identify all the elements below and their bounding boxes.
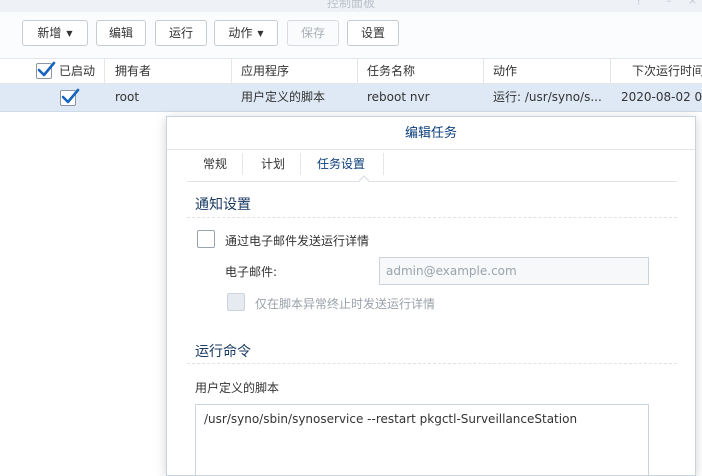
tab-general[interactable]: 常规 — [203, 149, 227, 179]
chevron-down-icon: ▼ — [257, 29, 264, 38]
column-header-action[interactable]: 动作 — [493, 59, 603, 83]
settings-button[interactable]: 设置 — [347, 20, 399, 46]
email-label: 电子邮件: — [225, 265, 278, 279]
row-enabled-checkbox[interactable] — [60, 88, 80, 106]
edit-task-dialog: 编辑任务 常规 计划 任务设置 通知设置 通过电子邮件发送运行详情 电子邮件: … — [166, 116, 696, 476]
cell-owner: root — [115, 90, 140, 104]
checkmark-icon — [61, 88, 80, 104]
column-header-task-name[interactable]: 任务名称 — [367, 59, 477, 83]
checkmark-icon — [37, 61, 56, 77]
run-button[interactable]: 运行 — [155, 20, 207, 46]
window-title: 控制面板 — [326, 0, 375, 10]
script-textarea[interactable]: /usr/syno/sbin/synoservice --restart pkg… — [195, 404, 649, 476]
select-all-checkbox[interactable] — [36, 61, 56, 79]
cell-task-name: reboot nvr — [367, 90, 430, 104]
toolbar: 新增 ▼ 编辑 运行 动作 ▼ 保存 设置 — [0, 12, 702, 58]
only-abnormal-label: 仅在脚本异常终止时发送运行详情 — [255, 297, 436, 311]
dialog-title: 编辑任务 — [167, 117, 695, 150]
active-tab-indicator-fill — [358, 177, 370, 183]
minimize-icon[interactable]: – — [666, 0, 672, 7]
tab-divider — [300, 153, 301, 175]
action-button[interactable]: 动作 ▼ — [214, 20, 278, 46]
chevron-down-icon: ▼ — [66, 29, 73, 38]
column-header-enabled[interactable]: 已启动 — [59, 59, 103, 83]
close-icon[interactable]: × — [688, 0, 697, 7]
email-field[interactable]: admin@example.com — [379, 257, 649, 285]
cell-application: 用户定义的脚本 — [241, 90, 326, 104]
script-label: 用户定义的脚本 — [195, 381, 280, 395]
run-command-section-title: 运行命令 — [195, 344, 251, 360]
window-titlebar: 控制面板 ? – × — [0, 0, 702, 12]
column-divider — [483, 59, 484, 83]
create-button-label: 新增 — [37, 26, 62, 40]
save-button[interactable]: 保存 — [287, 20, 339, 46]
grid-header: 已启动 拥有者 应用程序 任务名称 动作 下次运行时间 — [0, 58, 702, 84]
create-button[interactable]: 新增 ▼ — [22, 20, 88, 46]
send-email-checkbox[interactable] — [197, 230, 215, 248]
column-header-next-run[interactable]: 下次运行时间 — [632, 59, 702, 83]
edit-button[interactable]: 编辑 — [96, 20, 146, 46]
tab-schedule[interactable]: 计划 — [261, 149, 285, 179]
action-button-label: 动作 — [228, 26, 253, 40]
send-email-label: 通过电子邮件发送运行详情 — [225, 234, 370, 248]
column-divider — [610, 59, 611, 83]
cell-action: 运行: /usr/syno/s... — [493, 90, 602, 104]
only-abnormal-checkbox[interactable] — [227, 293, 245, 311]
notification-section-title: 通知设置 — [195, 197, 251, 213]
table-row[interactable]: root 用户定义的脚本 reboot nvr 运行: /usr/syno/s.… — [0, 84, 702, 112]
section-divider — [187, 217, 677, 218]
help-icon[interactable]: ? — [636, 0, 642, 7]
column-divider — [357, 59, 358, 83]
column-divider — [231, 59, 232, 83]
dialog-tabs: 常规 计划 任务设置 — [187, 149, 677, 183]
cell-next-run: 2020-08-02 0 — [621, 90, 702, 104]
tab-divider — [242, 153, 243, 175]
section-divider — [187, 363, 677, 364]
column-divider — [104, 59, 105, 83]
tab-divider — [383, 153, 384, 175]
column-header-owner[interactable]: 拥有者 — [115, 59, 225, 83]
column-header-application[interactable]: 应用程序 — [241, 59, 351, 83]
